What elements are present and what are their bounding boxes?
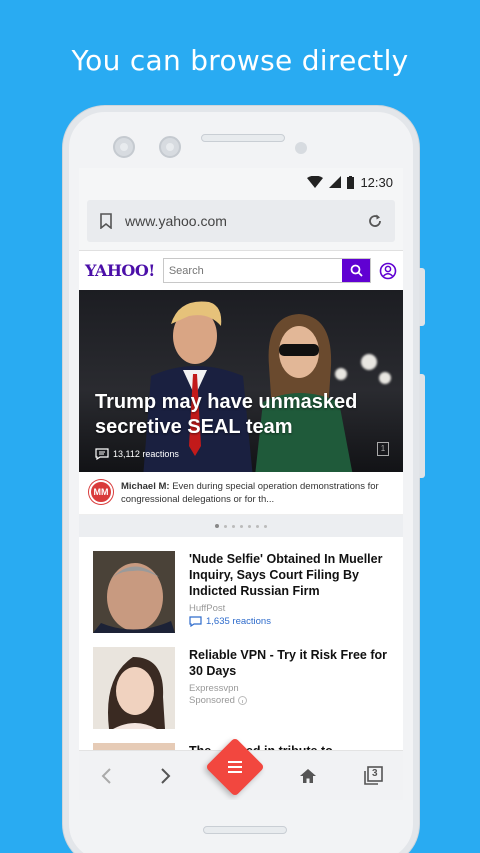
- phone-frame: 12:30 www.yahoo.com YAHOO! Search Trump …: [63, 106, 425, 853]
- ad-info-icon[interactable]: [237, 696, 247, 705]
- browser-url-bar: www.yahoo.com: [79, 196, 403, 250]
- hero-story[interactable]: Trump may have unmasked secretive SEAL t…: [79, 290, 403, 472]
- status-bar: 12:30: [79, 168, 403, 196]
- search-button[interactable]: [342, 259, 370, 282]
- comment-body: Michael M: Even during special operation…: [121, 480, 393, 506]
- carousel-dots: [79, 515, 403, 537]
- yahoo-logo[interactable]: YAHOO!: [85, 261, 155, 280]
- carousel-dot[interactable]: [264, 524, 267, 528]
- status-time: 12:30: [360, 174, 393, 190]
- phone-sensor: [295, 142, 307, 154]
- phone-speaker: [201, 134, 285, 142]
- tabs-count: 3: [372, 767, 378, 779]
- phone-camera-right: [159, 136, 181, 158]
- carousel-dot[interactable]: [248, 524, 251, 528]
- article-thumbnail: [93, 551, 175, 633]
- page-actions: 3: [299, 765, 383, 786]
- tabs-button[interactable]: 3: [363, 765, 383, 786]
- yahoo-header: YAHOO!: [79, 250, 403, 290]
- comment-icon: [95, 448, 109, 460]
- sponsored-label: Sponsored: [189, 695, 389, 706]
- carousel-dot[interactable]: [240, 524, 243, 528]
- carousel-dot[interactable]: [224, 524, 227, 528]
- sponsored-text: Sponsored: [189, 695, 235, 706]
- featured-comment[interactable]: MM Michael M: Even during special operat…: [79, 472, 403, 515]
- carousel-dot[interactable]: [256, 524, 259, 528]
- address-field[interactable]: www.yahoo.com: [87, 200, 395, 242]
- list-item[interactable]: Reliable VPN - Try it Risk Free for 30 D…: [79, 633, 403, 729]
- home-icon[interactable]: [299, 768, 317, 784]
- hero-reactions[interactable]: 13,112 reactions: [95, 448, 179, 460]
- carousel-dot[interactable]: [232, 524, 235, 528]
- phone-bottom-speaker: [203, 826, 287, 834]
- background-light: [379, 372, 391, 384]
- forward-icon[interactable]: [159, 767, 173, 785]
- hero-photo-man: [143, 301, 253, 472]
- yahoo-search: [162, 258, 371, 283]
- wifi-icon: [307, 176, 324, 188]
- article-title[interactable]: Reliable VPN - Try it Risk Free for 30 D…: [189, 647, 389, 679]
- article-reactions[interactable]: 1,635 reactions: [189, 616, 389, 627]
- signal-icon: [329, 176, 342, 188]
- browser-bottom-nav: 3: [79, 737, 403, 800]
- background-light: [361, 354, 377, 370]
- article-text: Reliable VPN - Try it Risk Free for 30 D…: [189, 647, 389, 729]
- phone-power-button: [419, 268, 425, 326]
- article-thumbnail: [93, 647, 175, 729]
- phone-volume-button: [419, 374, 425, 478]
- slide-indicator[interactable]: 1: [377, 442, 389, 456]
- article-reactions-count: 1,635 reactions: [206, 616, 271, 627]
- history-nav: [99, 767, 173, 785]
- phone-screen: 12:30 www.yahoo.com YAHOO! Search Trump …: [79, 168, 403, 800]
- carousel-dot[interactable]: [215, 524, 219, 528]
- search-input[interactable]: [163, 259, 342, 282]
- reload-icon[interactable]: [367, 213, 383, 229]
- comment-author: Michael M:: [121, 481, 170, 492]
- url-text[interactable]: www.yahoo.com: [125, 213, 355, 229]
- list-item[interactable]: 'Nude Selfie' Obtained In Mueller Inquir…: [79, 537, 403, 633]
- bookmark-icon[interactable]: [99, 213, 113, 229]
- phone-camera-left: [113, 136, 135, 158]
- article-title[interactable]: 'Nude Selfie' Obtained In Mueller Inquir…: [189, 551, 389, 599]
- article-text: 'Nude Selfie' Obtained In Mueller Inquir…: [189, 551, 389, 633]
- search-icon: [350, 264, 363, 277]
- menu-icon: [228, 761, 242, 773]
- article-source: Expressvpn: [189, 683, 239, 694]
- back-icon[interactable]: [99, 767, 113, 785]
- battery-icon: [347, 175, 355, 189]
- comment-icon: [189, 616, 202, 627]
- account-icon[interactable]: [379, 262, 397, 280]
- avatar: MM: [89, 480, 113, 504]
- promo-headline: You can browse directly: [71, 44, 409, 77]
- hero-reactions-count: 13,112 reactions: [113, 449, 179, 459]
- hero-photo-woman: [255, 314, 353, 472]
- hero-title[interactable]: Trump may have unmasked secretive SEAL t…: [95, 390, 375, 440]
- article-source: HuffPost: [189, 603, 226, 614]
